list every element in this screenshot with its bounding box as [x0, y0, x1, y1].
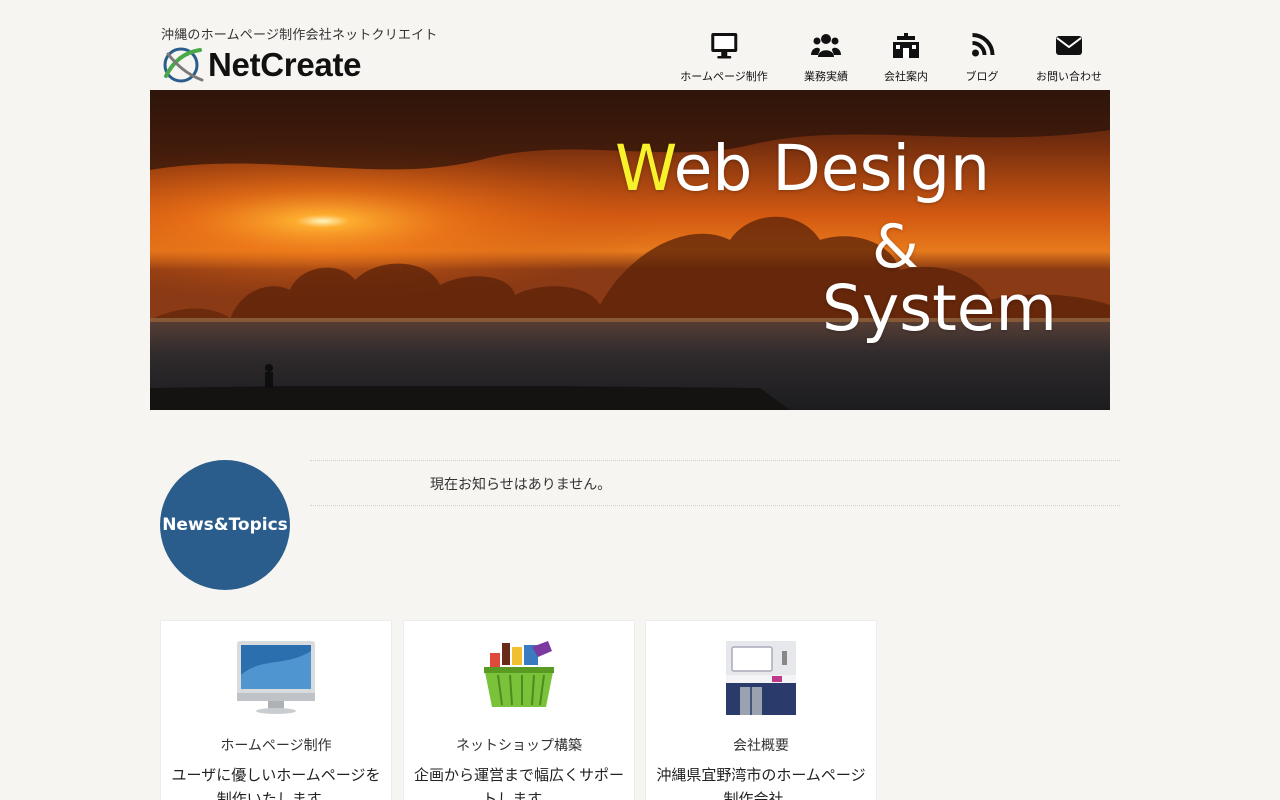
users-icon: [811, 34, 841, 57]
nav-item-company[interactable]: 会社案内: [884, 30, 928, 86]
card-title: ホームページ制作: [220, 738, 332, 754]
card-title: 会社概要: [733, 738, 789, 754]
card-net-shop[interactable]: ネットショップ構築 企画から運営まで幅広くサポートします。: [403, 620, 635, 800]
main-nav: ホームページ制作 業務実績 会社案内 ブログ お問い合わせ: [0, 30, 1280, 90]
nav-label: ブログ: [965, 70, 999, 83]
hero-banner: Web Design & System: [150, 90, 1110, 410]
card-title: ネットショップ構築: [456, 738, 582, 754]
hero-accent-letter: W: [615, 132, 674, 205]
news-list: 現在お知らせはありません。: [310, 460, 1120, 506]
card-web-design[interactable]: ホームページ制作 ユーザに優しいホームページを制作いたします。: [160, 620, 392, 800]
hero-heading-line3: System: [822, 272, 1057, 345]
hero-heading-rest: eb Design: [673, 132, 990, 205]
card-description: 沖縄県宜野湾市のホームページ制作会社。: [656, 766, 866, 800]
nav-label: お問い合わせ: [1036, 70, 1102, 83]
card-description: ユーザに優しいホームページを制作いたします。: [171, 766, 381, 800]
nav-item-web-design[interactable]: ホームページ制作: [680, 30, 768, 86]
hero-heading-line1: Web Design: [615, 132, 990, 205]
nav-label: ホームページ制作: [680, 70, 768, 83]
nav-item-contact[interactable]: お問い合わせ: [1036, 30, 1102, 86]
shopping-basket-icon: [484, 641, 554, 707]
nav-item-blog[interactable]: ブログ: [966, 30, 999, 86]
nav-item-works[interactable]: 業務実績: [804, 30, 848, 86]
office-building-icon: [726, 641, 796, 715]
news-empty-message: 現在お知らせはありません。: [430, 477, 612, 493]
card-company-profile[interactable]: 会社概要 沖縄県宜野湾市のホームページ制作会社。: [645, 620, 877, 800]
news-topics-badge: News&Topics: [160, 460, 290, 590]
rss-icon: [971, 33, 994, 57]
nav-label: 業務実績: [804, 70, 848, 83]
envelope-icon: [1056, 36, 1082, 55]
building-icon: [893, 33, 919, 58]
card-description: 企画から運営まで幅広くサポートします。: [413, 766, 624, 800]
nav-label: 会社案内: [884, 70, 928, 83]
imac-icon: [237, 641, 315, 714]
desktop-icon: [710, 33, 737, 59]
